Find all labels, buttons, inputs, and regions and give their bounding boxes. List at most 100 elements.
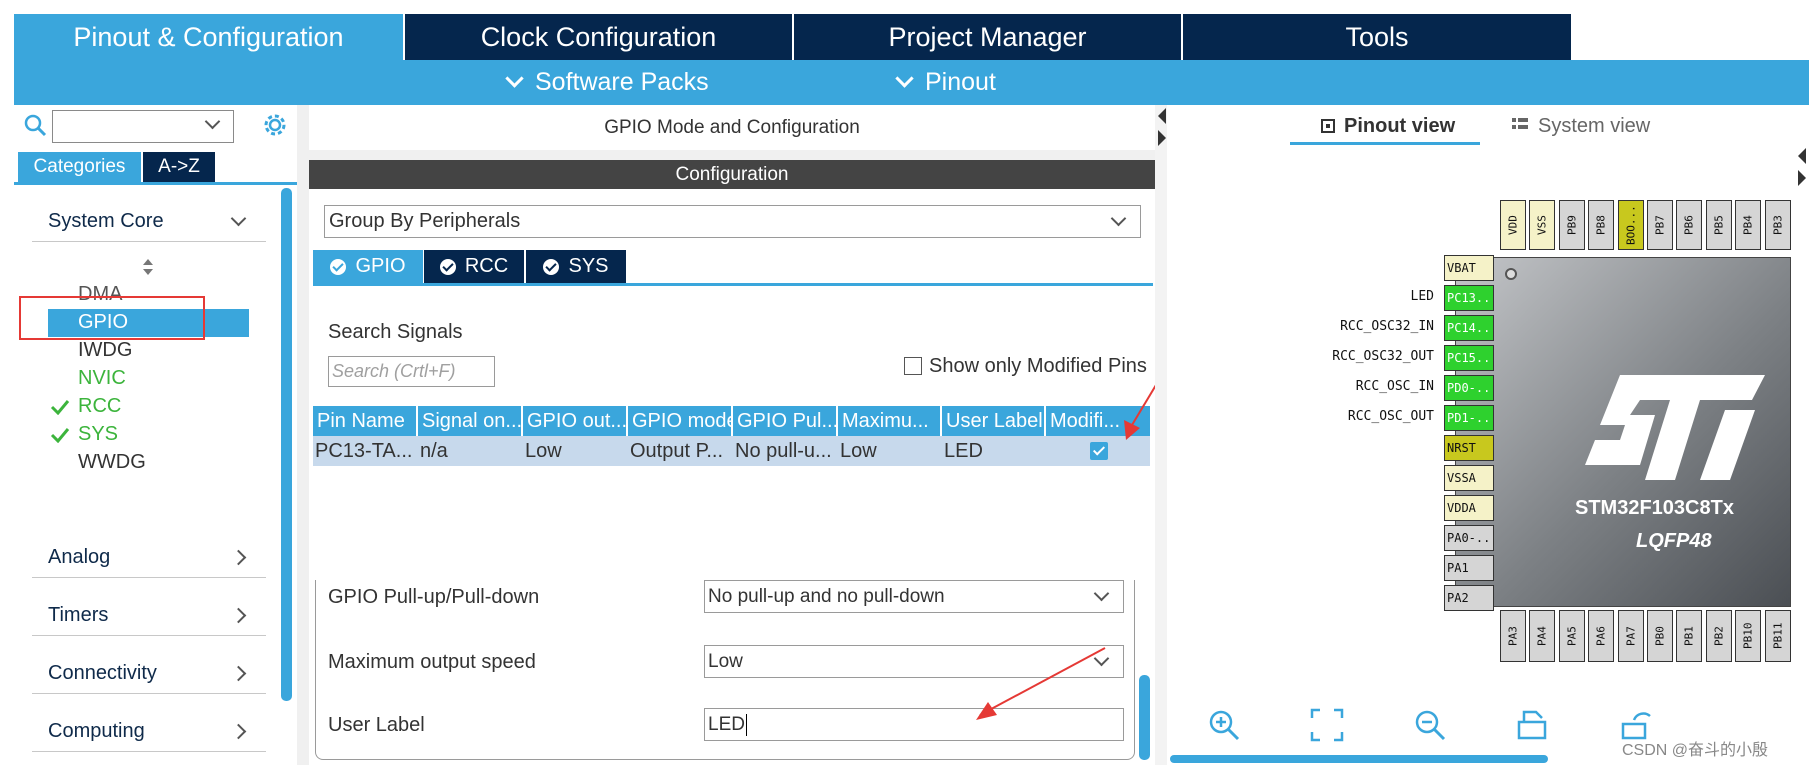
left-pin[interactable]: PC15.. [1444, 345, 1494, 371]
section-system-core[interactable]: System Core [32, 202, 266, 242]
top-pin[interactable]: PB3 [1764, 200, 1791, 250]
chip-package: LQFP48 [1636, 530, 1712, 552]
bottom-pin[interactable]: PB0 [1647, 610, 1673, 662]
bottom-pin[interactable]: PA6 [1588, 610, 1615, 662]
left-pin[interactable]: PD1-.. [1444, 405, 1494, 431]
section-computing[interactable]: Computing [32, 712, 266, 752]
top-pin[interactable]: PB7 [1647, 200, 1673, 250]
collapse-arrows-icon[interactable] [1157, 106, 1167, 150]
tab-pinout-view[interactable]: Pinout view [1318, 110, 1455, 142]
bottom-pin[interactable]: PA5 [1558, 610, 1585, 662]
left-pin[interactable]: VSSA [1444, 465, 1494, 491]
bottom-pin[interactable]: PB1 [1676, 610, 1703, 662]
left-pin[interactable]: NRST [1444, 435, 1494, 461]
prop-label-pull: GPIO Pull-up/Pull-down [328, 586, 540, 608]
left-pin[interactable]: VDDA [1444, 495, 1494, 521]
pinout-menu[interactable]: Pinout [895, 60, 996, 105]
section-label: Connectivity [48, 662, 157, 684]
text-cursor [745, 713, 747, 736]
tab-sys[interactable]: SYS [526, 250, 626, 283]
top-pin[interactable]: PB5 [1705, 200, 1732, 250]
tab-project-manager[interactable]: Project Manager [792, 14, 1181, 60]
left-pin[interactable]: PC13.. [1444, 285, 1494, 311]
chevron-right-icon [230, 607, 247, 624]
tab-a-z[interactable]: A->Z [143, 152, 215, 182]
col-signal[interactable]: Signal on... [418, 406, 523, 436]
tab-gpio[interactable]: GPIO [313, 250, 423, 283]
cell-gpio-out: Low [525, 439, 562, 462]
bottom-pin[interactable]: PB2 [1705, 610, 1732, 662]
gear-icon[interactable] [261, 111, 289, 139]
fit-screen-icon[interactable] [1310, 708, 1344, 742]
tab-categories[interactable]: Categories [18, 152, 141, 182]
left-pin[interactable]: VBAT [1444, 255, 1494, 281]
group-by-select[interactable]: Group By Peripherals [324, 205, 1141, 238]
left-pin[interactable]: PA0-.. [1444, 525, 1494, 551]
top-pin[interactable]: VDD [1500, 200, 1526, 250]
sub-menu-bar: Software Packs Pinout [14, 60, 1809, 105]
top-pin[interactable]: PB4 [1735, 200, 1762, 250]
chevron-right-icon [230, 723, 247, 740]
section-analog[interactable]: Analog [32, 538, 266, 578]
panel-divider[interactable] [1155, 105, 1167, 765]
software-packs-menu[interactable]: Software Packs [505, 60, 709, 105]
col-pin-name[interactable]: Pin Name [313, 406, 418, 436]
tab-label: Pinout view [1344, 114, 1456, 137]
section-connectivity[interactable]: Connectivity [32, 654, 266, 694]
expand-arrows-icon[interactable] [1797, 146, 1807, 190]
left-pin[interactable]: PA2 [1444, 585, 1494, 611]
nav-item-sys[interactable]: SYS [78, 423, 118, 446]
list-icon [1512, 118, 1528, 129]
cell-pull: No pull-u... [735, 439, 832, 462]
nav-item-wwdg[interactable]: WWDG [78, 451, 146, 474]
col-gpio-output[interactable]: GPIO out... [523, 406, 628, 436]
nav-item-nvic[interactable]: NVIC [78, 367, 126, 390]
view-tab-underline [1290, 142, 1480, 145]
search-signals-input[interactable]: Search (Crtl+F) [328, 356, 495, 387]
pin-signal-label: RCC_OSC_IN [1355, 379, 1434, 394]
bottom-pin[interactable]: PA7 [1617, 610, 1644, 662]
tab-rcc[interactable]: RCC [424, 250, 524, 283]
horizontal-scrollbar[interactable] [1170, 755, 1548, 763]
panel-title: GPIO Mode and Configuration [309, 105, 1155, 150]
top-pin[interactable]: PB9 [1558, 200, 1585, 250]
top-strip [0, 0, 1809, 14]
export-icon[interactable] [1516, 708, 1550, 742]
bottom-pin[interactable]: PB10 [1735, 610, 1762, 662]
nav-item-iwdg[interactable]: IWDG [78, 339, 132, 362]
search-icon[interactable] [22, 112, 48, 138]
speed-select-value: Low [708, 650, 743, 672]
section-timers[interactable]: Timers [32, 596, 266, 636]
pin-signal-label: RCC_OSC32_IN [1340, 319, 1434, 334]
cell-pin: PC13-TA... [315, 439, 413, 462]
top-pin[interactable]: PB6 [1676, 200, 1703, 250]
tab-system-view[interactable]: System view [1510, 110, 1650, 142]
top-pin[interactable]: BOO... [1617, 200, 1644, 250]
main-tab-row: Pinout & Configuration Clock Configurati… [14, 14, 1809, 60]
pinout-menu-label: Pinout [925, 68, 996, 96]
pin-signal-label: LED [1410, 289, 1434, 304]
bottom-pin[interactable]: PA3 [1500, 610, 1526, 662]
nav-item-rcc[interactable]: RCC [78, 395, 121, 418]
sort-icon[interactable] [141, 258, 155, 276]
tab-pinout-configuration[interactable]: Pinout & Configuration [14, 14, 403, 60]
left-scrollbar[interactable] [281, 188, 292, 701]
tab-tools[interactable]: Tools [1181, 14, 1571, 60]
left-pin[interactable]: PC14.. [1444, 315, 1494, 341]
bottom-pin[interactable]: PB11 [1764, 610, 1791, 662]
zoom-out-icon[interactable] [1413, 708, 1447, 742]
prop-label-user-label: User Label [328, 714, 425, 736]
left-pin[interactable]: PD0-.. [1444, 375, 1494, 401]
bottom-pin[interactable]: PA4 [1529, 610, 1556, 662]
section-label: Computing [48, 720, 145, 742]
check-icon [50, 428, 70, 443]
tab-clock-configuration[interactable]: Clock Configuration [403, 14, 792, 60]
col-gpio-pull[interactable]: GPIO Pul... [733, 406, 838, 436]
col-gpio-mode[interactable]: GPIO mode [628, 406, 733, 436]
top-pin[interactable]: VSS [1529, 200, 1556, 250]
pin-signal-label: RCC_OSC_OUT [1347, 409, 1434, 424]
zoom-in-icon[interactable] [1207, 708, 1241, 742]
category-search-input[interactable] [52, 110, 234, 143]
top-pin[interactable]: PB8 [1588, 200, 1615, 250]
left-pin[interactable]: PA1 [1444, 555, 1494, 581]
